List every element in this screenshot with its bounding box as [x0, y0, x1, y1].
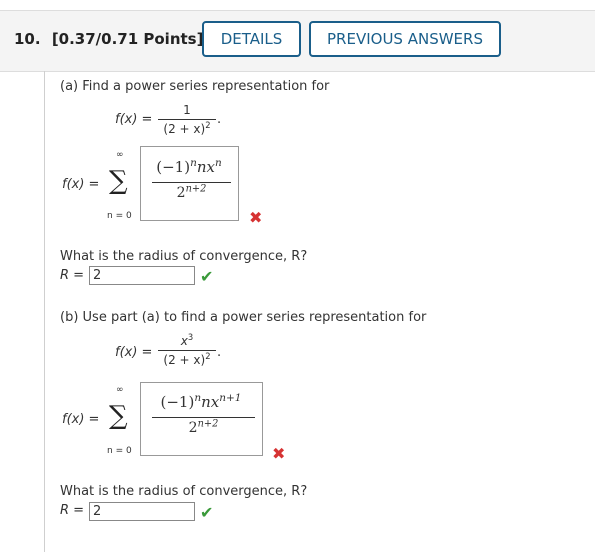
question-points: [0.37/0.71 Points]: [51, 30, 204, 48]
question-header: 10. [0.37/0.71 Points] DETAILS PREVIOUS …: [0, 10, 595, 72]
question-title: 10. [0.37/0.71 Points]: [14, 30, 203, 48]
part-b-given-numerator: x3: [180, 332, 194, 348]
part-b-given-denominator: (2 + x)2: [163, 351, 211, 367]
part-b-radius-label: R =: [60, 503, 85, 518]
part-a-sigma-icon: ∑: [109, 166, 128, 196]
part-b-series-lhs: f(x) =: [62, 412, 100, 427]
question-number: 10.: [14, 30, 41, 48]
part-a-series-lhs: f(x) =: [62, 177, 100, 192]
part-b-prompt: (b) Use part (a) to find a power series …: [60, 310, 427, 325]
part-a-radius-label: R =: [60, 268, 85, 283]
part-b-given-lhs: f(x) =: [115, 345, 153, 360]
part-b-given-fraction: x3 (2 + x)2: [158, 332, 216, 367]
part-a-sum-upper: ∞: [116, 150, 124, 160]
details-button[interactable]: DETAILS: [202, 21, 301, 57]
part-a-given-numerator: 1: [183, 103, 191, 117]
part-b-sum-lower: n = 0: [107, 446, 132, 456]
question-body: (a) Find a power series representation f…: [44, 71, 595, 552]
part-b-sum-upper: ∞: [116, 385, 124, 395]
part-a-radius-correct-icon: ✔: [200, 267, 214, 286]
part-b-answer-numerator: (−1)nnxn+1: [160, 392, 242, 411]
part-b-radius-question: What is the radius of convergence, R?: [60, 484, 308, 499]
previous-answers-button[interactable]: PREVIOUS ANSWERS: [309, 21, 501, 57]
part-b-answer-denominator: 2n+2: [188, 418, 219, 436]
part-a-sum-lower: n = 0: [107, 211, 132, 221]
part-a-answer-incorrect-icon: ✖: [249, 208, 263, 227]
part-a-prompt: (a) Find a power series representation f…: [60, 79, 330, 94]
part-a-given-period: .: [217, 112, 222, 127]
part-a-answer-denominator: 2n+2: [176, 183, 207, 201]
part-b-sigma-icon: ∑: [109, 401, 128, 431]
part-a-radius-input[interactable]: 2: [89, 266, 195, 285]
part-b-given-period: .: [217, 345, 222, 360]
part-a-given-denominator: (2 + x)2: [163, 120, 211, 136]
part-b-radius-input[interactable]: 2: [89, 502, 195, 521]
part-a-given-fraction: 1 (2 + x)2: [158, 103, 216, 136]
part-b-radius-correct-icon: ✔: [200, 503, 214, 522]
part-b-answer-incorrect-icon: ✖: [272, 444, 286, 463]
part-a-answer-numerator: (−1)nnxn: [156, 157, 222, 176]
part-a-given-lhs: f(x) =: [115, 112, 153, 127]
part-a-radius-question: What is the radius of convergence, R?: [60, 249, 308, 264]
